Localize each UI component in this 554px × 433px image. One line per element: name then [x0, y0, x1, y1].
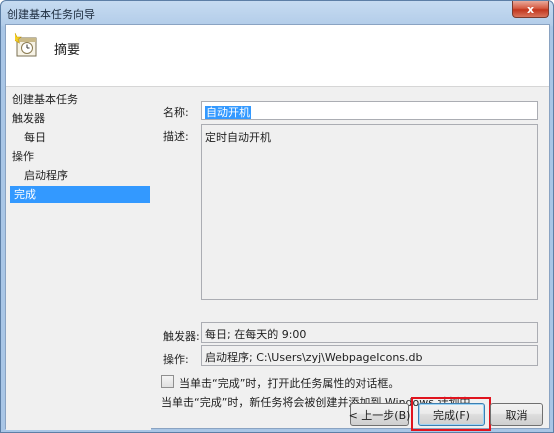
nav-step-finish[interactable]: 完成	[10, 186, 150, 203]
open-properties-checkbox[interactable]	[161, 375, 174, 388]
page-title: 摘要	[54, 43, 81, 58]
trigger-value: 每日; 在每天的 9:00	[205, 328, 307, 341]
wizard-steps-nav: 创建基本任务 触发器 每日 操作 启动程序 完成	[6, 88, 151, 430]
back-button[interactable]: < 上一步(B)	[349, 403, 410, 426]
name-label: 名称:	[163, 106, 189, 119]
wizard-header: 摘要	[6, 25, 549, 87]
description-label: 描述:	[163, 130, 189, 143]
finish-button-highlight	[411, 397, 491, 431]
nav-step-daily[interactable]: 每日	[24, 129, 46, 146]
task-scheduler-clock-icon	[14, 32, 37, 57]
nav-step-start-program[interactable]: 启动程序	[24, 167, 68, 184]
description-value: 定时自动开机	[205, 131, 271, 144]
wizard-window: 创建基本任务向导 x 摘要 创建基本任务 触发器 每日 操作 启动程序 完成 名…	[0, 0, 554, 433]
trigger-field: 每日; 在每天的 9:00	[201, 322, 538, 343]
summary-panel: 名称: 自动开机 描述: 定时自动开机 触发器: 每日; 在每天的 9:00 操…	[151, 88, 551, 430]
nav-step-create-basic-task[interactable]: 创建基本任务	[12, 91, 78, 108]
nav-step-trigger[interactable]: 触发器	[12, 110, 45, 127]
nav-step-action[interactable]: 操作	[12, 148, 34, 165]
open-properties-label: 当单击“完成”时，打开此任务属性的对话框。	[179, 377, 400, 390]
title-bar: 创建基本任务向导 x	[1, 1, 553, 25]
description-field[interactable]: 定时自动开机	[201, 124, 538, 300]
close-button[interactable]: x	[512, 1, 549, 18]
action-value: 启动程序; C:\Users\zyj\WebpageIcons.db	[205, 351, 423, 364]
action-label: 操作:	[163, 353, 189, 366]
wizard-client-area: 摘要 创建基本任务 触发器 每日 操作 启动程序 完成 名称: 自动开机 描述:…	[5, 24, 551, 431]
name-value: 自动开机	[205, 106, 251, 119]
window-title: 创建基本任务向导	[7, 8, 95, 21]
trigger-label: 触发器:	[163, 330, 200, 343]
action-field: 启动程序; C:\Users\zyj\WebpageIcons.db	[201, 345, 538, 366]
name-field[interactable]: 自动开机	[201, 101, 538, 120]
close-icon: x	[526, 2, 535, 16]
cancel-button[interactable]: 取消	[490, 403, 543, 426]
